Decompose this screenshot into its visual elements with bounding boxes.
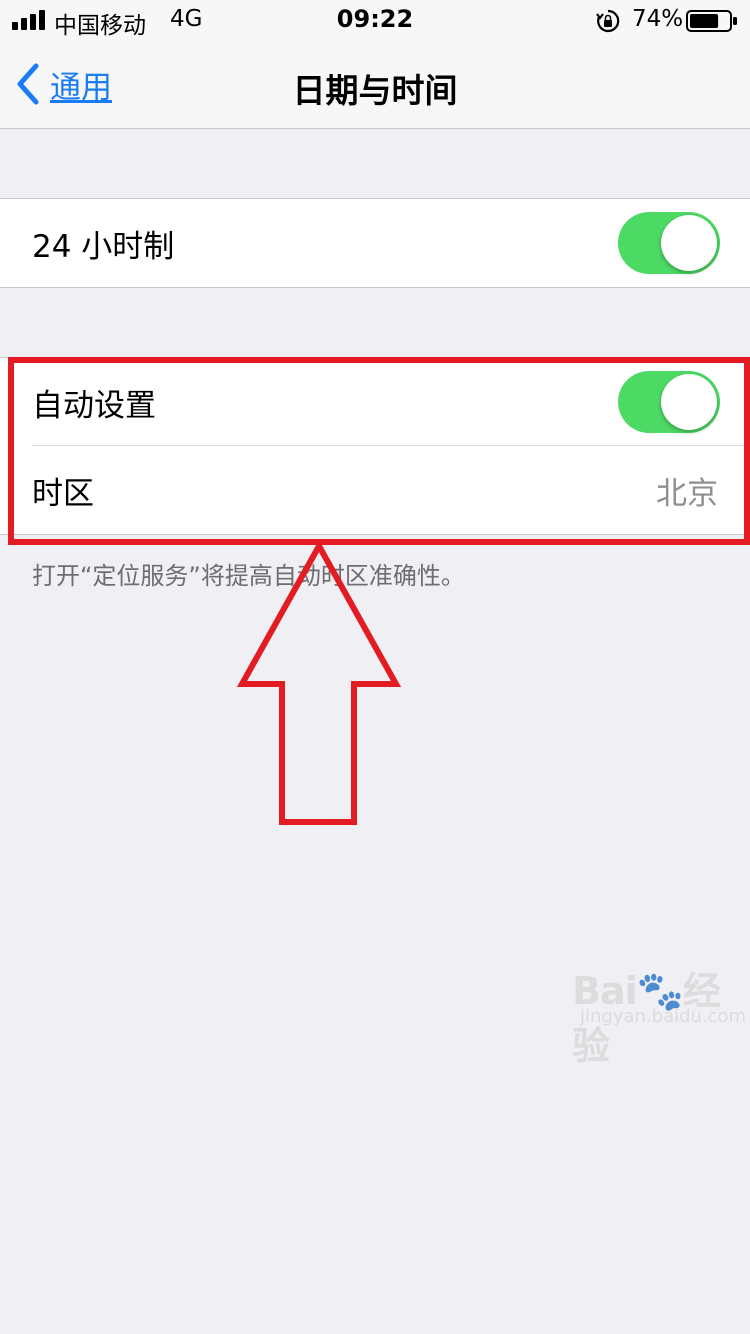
toggle-knob [661,215,717,271]
network-type: 4G [170,6,203,32]
back-button-label: 通用 [50,69,112,106]
annotation-arrow-up-icon [236,540,402,825]
annotation-highlight-box [8,357,750,545]
watermark-logo: Bai🐾经验 jingyan.baidu.com [572,960,746,1068]
status-bar: 中国移动 4G 09:22 74% [0,0,750,40]
watermark-url: jingyan.baidu.com [580,1006,747,1027]
cell-24-hour-label: 24 小时制 [32,228,175,265]
cell-24-hour: 24 小时制 [0,199,750,287]
signal-icon [12,10,45,30]
back-button[interactable]: 通用 [14,62,112,106]
battery-icon [686,10,737,32]
page-title: 日期与时间 [292,71,458,110]
chevron-left-icon [17,63,39,105]
orientation-lock-icon [596,9,620,33]
battery-percent: 74% [632,6,684,32]
settings-group-time-format: 24 小时制 [0,198,750,288]
navigation-bar: 通用 日期与时间 [0,40,750,129]
toggle-24-hour[interactable] [618,212,720,274]
carrier-name: 中国移动 [54,13,146,39]
